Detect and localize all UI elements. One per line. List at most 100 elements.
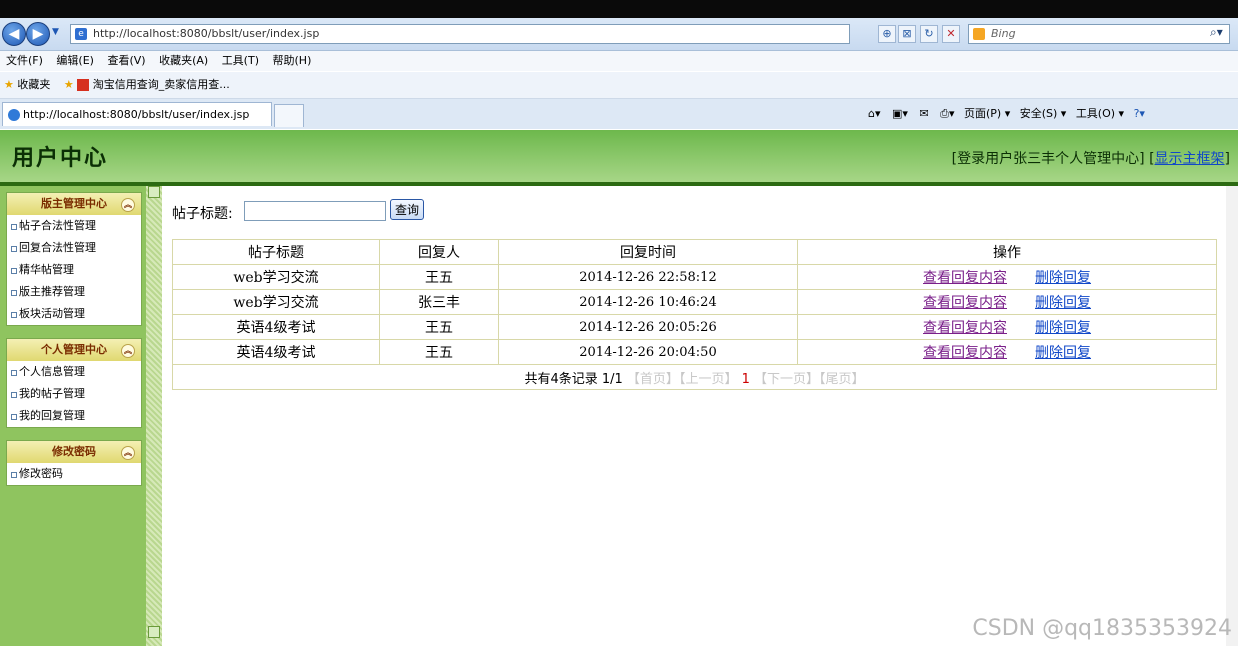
table-row: web学习交流 张三丰 2014-12-26 10:46:24 查看回复内容 删除… xyxy=(172,289,1217,315)
cell-actions: 查看回复内容 删除回复 xyxy=(797,314,1217,340)
delete-reply-link[interactable]: 删除回复 xyxy=(1035,270,1091,286)
view-reply-link[interactable]: 查看回复内容 xyxy=(923,320,1007,336)
taobao-icon xyxy=(77,79,90,91)
favorites-button[interactable]: 收藏夹 xyxy=(17,78,50,91)
history-dropdown-icon[interactable]: ▼ xyxy=(52,27,59,37)
print-icon[interactable]: ⎙▾ xyxy=(940,107,954,120)
command-bar: ⌂▾ ▣▾ ✉ ⎙▾ 页面(P) ▾ 安全(S) ▾ 工具(O) ▾ ?▾ xyxy=(860,102,1238,126)
cell-time: 2014-12-26 10:46:24 xyxy=(498,289,798,315)
view-reply-link[interactable]: 查看回复内容 xyxy=(923,345,1007,361)
delete-reply-link[interactable]: 删除回复 xyxy=(1035,320,1091,336)
reply-table: 帖子标题 回复人 回复时间 操作 web学习交流 王五 2014-12-26 2… xyxy=(172,239,1217,390)
page-title: 用户中心 xyxy=(12,146,109,171)
help-icon[interactable]: ?▾ xyxy=(1134,107,1145,120)
sidebar: 版主管理中心 ︽ 帖子合法性管理 回复合法性管理 精华帖管理 版主推荐管理 板块… xyxy=(0,186,146,646)
favorites-bar: ★ 收藏夹 ★ 淘宝信用查询_卖家信用查... xyxy=(0,72,1238,99)
menu-view[interactable]: 查看(V) xyxy=(107,54,145,67)
url-text: http://localhost:8080/bbslt/user/index.j… xyxy=(93,27,320,40)
panel-title: 个人管理中心 xyxy=(41,343,107,356)
sidebar-item-featured-posts[interactable]: 精华帖管理 xyxy=(7,259,141,281)
add-favorite-icon[interactable]: ★ xyxy=(64,78,74,91)
sidebar-item-change-password[interactable]: 修改密码 xyxy=(7,463,141,485)
collapse-icon[interactable]: ︽ xyxy=(121,344,135,358)
frame-splitter[interactable] xyxy=(146,186,162,646)
first-page-link: 【首页】 xyxy=(626,371,679,387)
vertical-scrollbar[interactable] xyxy=(1226,186,1238,646)
browser-tab-active[interactable]: http://localhost:8080/bbslt/user/index.j… xyxy=(2,102,272,126)
stop-icon[interactable]: ✕ xyxy=(942,25,960,43)
cell-title: web学习交流 xyxy=(172,264,380,290)
new-tab-button[interactable] xyxy=(274,104,304,127)
cell-title: web学习交流 xyxy=(172,289,380,315)
sidebar-item-post-legality[interactable]: 帖子合法性管理 xyxy=(7,215,141,237)
table-header-row: 帖子标题 回复人 回复时间 操作 xyxy=(172,239,1217,265)
record-summary: 共有4条记录 xyxy=(524,371,598,387)
post-title-search-input[interactable] xyxy=(244,201,386,221)
panel-header[interactable]: 修改密码 ︽ xyxy=(7,441,141,463)
web-search-field[interactable]: Bing xyxy=(968,24,1230,44)
tab-title: http://localhost:8080/bbslt/user/index.j… xyxy=(23,108,250,121)
back-arrow-icon[interactable]: ◀ xyxy=(2,22,26,46)
page-menu[interactable]: 页面(P) ▾ xyxy=(964,107,1010,120)
cell-actions: 查看回复内容 删除回复 xyxy=(797,264,1217,290)
delete-reply-link[interactable]: 删除回复 xyxy=(1035,295,1091,311)
sidebar-item-my-replies[interactable]: 我的回复管理 xyxy=(7,405,141,427)
feeds-icon[interactable]: ⊠ xyxy=(898,25,916,43)
bracket-close: ] xyxy=(1224,151,1230,167)
forward-arrow-icon[interactable]: ▶ xyxy=(26,22,50,46)
address-bar-row: ◀ ▶ ▼ e http://localhost:8080/bbslt/user… xyxy=(0,18,1238,51)
sidebar-item-board-activity[interactable]: 板块活动管理 xyxy=(7,303,141,325)
home-icon[interactable]: ⌂▾ xyxy=(868,107,881,120)
show-main-frame-link[interactable]: 显示主框架 xyxy=(1155,151,1225,167)
sidebar-item-moderator-recommend[interactable]: 版主推荐管理 xyxy=(7,281,141,303)
sidebar-item-personal-info[interactable]: 个人信息管理 xyxy=(7,361,141,383)
sidebar-panel-moderator: 版主管理中心 ︽ 帖子合法性管理 回复合法性管理 精华帖管理 版主推荐管理 板块… xyxy=(6,192,142,326)
favorite-link[interactable]: 淘宝信用查询_卖家信用查... xyxy=(93,78,230,91)
mail-icon[interactable]: ✉ xyxy=(919,107,928,120)
table-row: web学习交流 王五 2014-12-26 22:58:12 查看回复内容 删除回… xyxy=(172,264,1217,290)
compat-view-icon[interactable]: ⊕ xyxy=(878,25,896,43)
menu-bar: 文件(F) 编辑(E) 查看(V) 收藏夹(A) 工具(T) 帮助(H) xyxy=(0,51,1238,71)
cell-replier: 王五 xyxy=(379,339,499,365)
feeds-toolbar-icon[interactable]: ▣▾ xyxy=(892,107,908,120)
splitter-bottom-button[interactable] xyxy=(148,626,160,638)
search-go-icon[interactable]: ⌕▾ xyxy=(1210,25,1223,40)
menu-edit[interactable]: 编辑(E) xyxy=(56,54,94,67)
page-icon: e xyxy=(75,28,87,40)
collapse-icon[interactable]: ︽ xyxy=(121,198,135,212)
panel-header[interactable]: 个人管理中心 ︽ xyxy=(7,339,141,361)
column-header-replier: 回复人 xyxy=(379,239,499,265)
tools-menu[interactable]: 工具(O) ▾ xyxy=(1076,107,1124,120)
page-info: 1/1 xyxy=(601,371,623,387)
view-reply-link[interactable]: 查看回复内容 xyxy=(923,270,1007,286)
delete-reply-link[interactable]: 删除回复 xyxy=(1035,345,1091,361)
refresh-icon[interactable]: ↻ xyxy=(920,25,938,43)
sidebar-panel-personal: 个人管理中心 ︽ 个人信息管理 我的帖子管理 我的回复管理 xyxy=(6,338,142,428)
favorites-star-icon: ★ xyxy=(4,78,14,91)
view-reply-link[interactable]: 查看回复内容 xyxy=(923,295,1007,311)
safety-menu[interactable]: 安全(S) ▾ xyxy=(1020,107,1067,120)
menu-file[interactable]: 文件(F) xyxy=(6,54,43,67)
column-header-title: 帖子标题 xyxy=(172,239,380,265)
search-engine-name: Bing xyxy=(991,27,1016,40)
query-button[interactable]: 查询 xyxy=(390,199,424,220)
login-info: [登录用户张三丰个人管理中心] [显示主框架] xyxy=(952,148,1230,168)
menu-favorites[interactable]: 收藏夹(A) xyxy=(159,54,208,67)
cell-actions: 查看回复内容 删除回复 xyxy=(797,339,1217,365)
sidebar-item-reply-legality[interactable]: 回复合法性管理 xyxy=(7,237,141,259)
window-titlebar xyxy=(0,0,1238,18)
next-page-link: 【下一页】 xyxy=(754,371,820,387)
search-label: 帖子标题: xyxy=(172,206,233,222)
pager: 共有4条记录 1/1 【首页】【上一页】 1 【下一页】【尾页】 xyxy=(172,364,1217,390)
menu-tools[interactable]: 工具(T) xyxy=(222,54,259,67)
table-row: 英语4级考试 王五 2014-12-26 20:04:50 查看回复内容 删除回复 xyxy=(172,339,1217,365)
sidebar-item-my-posts[interactable]: 我的帖子管理 xyxy=(7,383,141,405)
splitter-top-button[interactable] xyxy=(148,186,160,198)
collapse-icon[interactable]: ︽ xyxy=(121,446,135,460)
url-field[interactable]: e http://localhost:8080/bbslt/user/index… xyxy=(70,24,850,44)
cell-title: 英语4级考试 xyxy=(172,314,380,340)
menu-help[interactable]: 帮助(H) xyxy=(273,54,312,67)
cell-replier: 王五 xyxy=(379,314,499,340)
panel-header[interactable]: 版主管理中心 ︽ xyxy=(7,193,141,215)
ie-icon xyxy=(8,109,20,121)
